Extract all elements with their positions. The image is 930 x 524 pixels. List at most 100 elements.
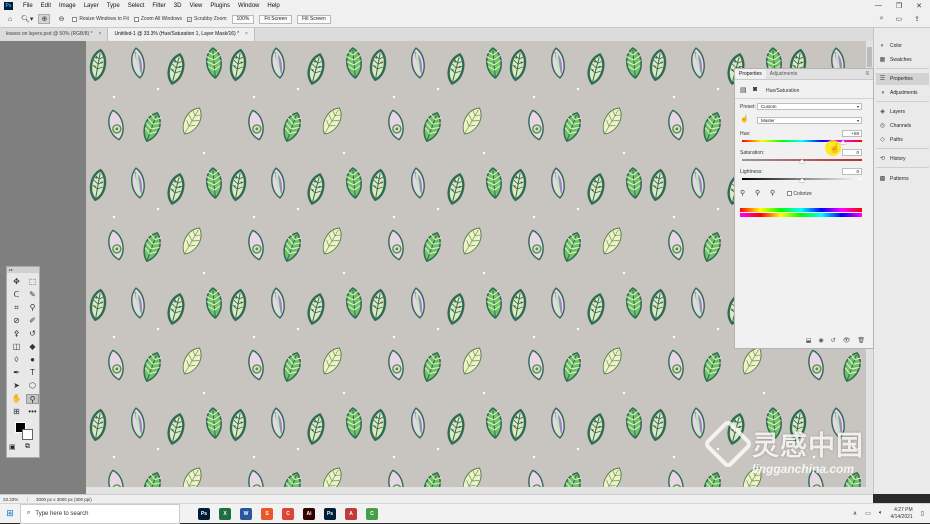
notifications-icon[interactable]: ▯: [921, 510, 924, 517]
dock-color[interactable]: ◐ Color: [876, 40, 929, 52]
horizontal-scrollbar[interactable]: [86, 487, 866, 494]
taskbar-app-icon[interactable]: Ai: [303, 507, 315, 520]
reset-icon[interactable]: ↺: [831, 337, 836, 344]
background-color-swatch[interactable]: [22, 429, 33, 440]
zoom-level[interactable]: 33.33%: [0, 496, 28, 502]
taskbar-app-icon[interactable]: C: [366, 507, 378, 520]
taskbar-app-icon[interactable]: A: [345, 507, 357, 520]
dock-history[interactable]: ⟲ History: [876, 153, 929, 165]
taskbar-app-icon[interactable]: Ps: [198, 507, 210, 520]
colorize-checkbox[interactable]: Colorize: [787, 191, 812, 197]
screen-mode-icon[interactable]: ⧉: [25, 443, 30, 451]
windows-start-icon[interactable]: ⊞: [0, 508, 20, 519]
close-tab-icon[interactable]: ×: [245, 31, 248, 37]
fill-screen-button[interactable]: Fill Screen: [297, 14, 331, 24]
zoom-tool-icon[interactable]: ⚲: [26, 394, 39, 404]
hue-slider-handle[interactable]: [840, 140, 847, 144]
zoom-in-icon[interactable]: ⊕: [38, 14, 51, 24]
resize-windows-checkbox[interactable]: Resize Windows to Fit: [72, 16, 129, 22]
marquee-tool-icon[interactable]: ⬚: [26, 277, 39, 287]
taskbar-search-input[interactable]: ⌕ Type here to search: [20, 503, 180, 524]
home-icon[interactable]: ⌂: [4, 14, 16, 24]
menu-edit[interactable]: Edit: [37, 3, 55, 9]
restore-icon[interactable]: ❐: [896, 2, 902, 10]
menu-plugins[interactable]: Plugins: [206, 3, 234, 9]
menu-3d[interactable]: 3D: [170, 3, 186, 9]
shape-tool-icon[interactable]: ⬡: [26, 381, 39, 391]
zoom-all-windows-checkbox[interactable]: Zoom All Windows: [133, 16, 182, 22]
lasso-tool-icon[interactable]: ᑕ: [10, 290, 23, 300]
fit-screen-button[interactable]: Fit Screen: [259, 14, 293, 24]
blur-tool-icon[interactable]: ◊: [10, 355, 23, 365]
delete-icon[interactable]: 🗑︎: [857, 337, 865, 344]
tray-chevron-icon[interactable]: ∧: [853, 510, 857, 517]
menu-select[interactable]: Select: [124, 3, 149, 9]
taskbar-app-icon[interactable]: W: [240, 507, 252, 520]
clone-stamp-icon[interactable]: ⚴: [10, 329, 23, 339]
dock-swatches[interactable]: ▦ Swatches: [876, 54, 929, 66]
menu-type[interactable]: Type: [103, 3, 124, 9]
dock-adjustments[interactable]: ◑ Adjustments: [876, 87, 929, 99]
clip-to-layer-icon[interactable]: ⬓: [806, 337, 812, 344]
tab-adjustments[interactable]: Adjustments: [766, 69, 802, 79]
path-selection-icon[interactable]: ➤: [10, 381, 23, 391]
brush-tool-icon[interactable]: ✐: [26, 316, 39, 326]
visibility-eye-icon[interactable]: 👁︎: [843, 337, 851, 344]
eyedropper-plus-icon[interactable]: ⚲: [755, 189, 760, 197]
taskbar-app-icon[interactable]: S: [261, 507, 273, 520]
healing-brush-icon[interactable]: ⊘: [10, 316, 23, 326]
zoom-tool-preset-icon[interactable]: 🔍︎▾: [21, 14, 33, 24]
menu-help[interactable]: Help: [263, 3, 283, 9]
eraser-tool-icon[interactable]: ◫: [10, 342, 23, 352]
crop-tool-icon[interactable]: ⌗: [10, 303, 23, 313]
hue-value-field[interactable]: +69: [842, 130, 862, 137]
eyedropper-minus-icon[interactable]: ⚲: [770, 189, 775, 197]
view-previous-icon[interactable]: ◉: [818, 337, 823, 344]
menu-image[interactable]: Image: [55, 3, 80, 9]
quick-selection-icon[interactable]: ✎: [26, 290, 39, 300]
zoom-out-icon[interactable]: ⊖: [55, 14, 67, 24]
tab-properties[interactable]: Properties: [735, 69, 766, 79]
menu-file[interactable]: File: [19, 3, 37, 9]
minimize-icon[interactable]: —: [875, 2, 882, 10]
menu-view[interactable]: View: [185, 3, 206, 9]
move-tool-icon[interactable]: ✥: [10, 277, 23, 287]
close-icon[interactable]: ✕: [916, 2, 922, 10]
dodge-tool-icon[interactable]: ●: [26, 355, 39, 365]
type-tool-icon[interactable]: T: [26, 368, 39, 378]
eyedropper-tool-icon[interactable]: ⚲: [26, 303, 39, 313]
tab-leaves-on-layers[interactable]: leaves on layers.psd @ 50% (RGB/8) * ×: [0, 28, 109, 41]
saturation-slider-handle[interactable]: [799, 159, 805, 163]
dock-layers[interactable]: ◈ Layers: [876, 106, 929, 118]
taskbar-app-icon[interactable]: X: [219, 507, 231, 520]
channel-select[interactable]: Master ▾: [757, 117, 862, 124]
eyedropper-icon[interactable]: ⚲: [740, 189, 745, 197]
edit-toolbar-icon[interactable]: ⊞: [10, 407, 23, 417]
close-tab-icon[interactable]: ×: [99, 31, 102, 37]
preset-select[interactable]: Custom ▾: [757, 103, 862, 110]
layer-mask-icon[interactable]: ◙: [753, 86, 757, 93]
quick-mask-icon[interactable]: ▣: [9, 443, 16, 451]
search-icon[interactable]: ⌕: [880, 15, 884, 23]
lightness-slider-handle[interactable]: [799, 178, 805, 182]
menu-filter[interactable]: Filter: [148, 3, 169, 9]
hand-tool-icon[interactable]: ✋: [10, 394, 23, 404]
adjustment-layer-icon[interactable]: ▤: [740, 86, 747, 94]
volume-icon[interactable]: 🔈︎: [879, 510, 883, 517]
panel-menu-icon[interactable]: ≡: [865, 69, 873, 79]
workspace-icon[interactable]: ▭: [896, 15, 903, 23]
tab-untitled-1[interactable]: Untitled-1 @ 33.3% (Hue/Saturation 1, La…: [108, 28, 255, 41]
more-tools-icon[interactable]: •••: [26, 407, 39, 417]
saturation-value-field[interactable]: 0: [842, 149, 862, 156]
history-brush-icon[interactable]: ↺: [26, 329, 39, 339]
scrubby-zoom-checkbox[interactable]: ✓ Scrubby Zoom: [187, 16, 227, 22]
targeted-adjustment-icon[interactable]: ☝: [740, 115, 749, 123]
dock-properties[interactable]: ☰ Properties: [876, 73, 929, 85]
share-icon[interactable]: ⇪: [914, 15, 920, 23]
taskbar-app-icon[interactable]: C: [282, 507, 294, 520]
taskbar-app-icon[interactable]: Ps: [324, 507, 336, 520]
paint-bucket-icon[interactable]: ◆: [26, 342, 39, 352]
dock-patterns[interactable]: ▩ Patterns: [876, 173, 929, 185]
network-icon[interactable]: ▭: [865, 510, 871, 517]
scrollbar-thumb[interactable]: [867, 47, 872, 67]
